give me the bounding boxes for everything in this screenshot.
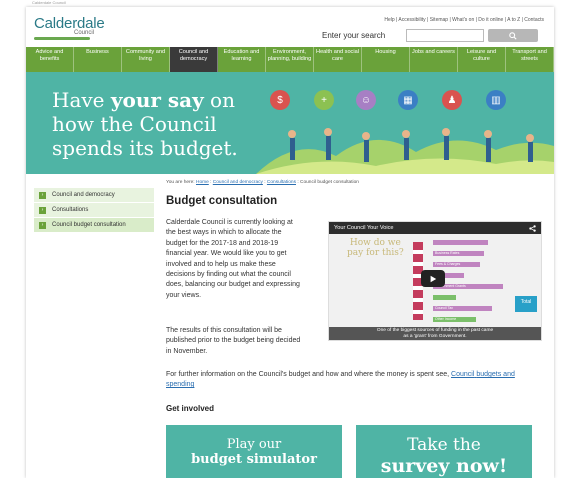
chevron-right-icon: › (39, 191, 46, 199)
cta-line-2: budget simulator (191, 452, 317, 467)
nav-item-council[interactable]: Council and democracy (170, 47, 218, 72)
page-title: Budget consultation (166, 195, 278, 207)
logo-swoosh (34, 37, 90, 40)
breadcrumb-current: Council budget consultation (300, 180, 359, 185)
industry-icon: ▦ (398, 90, 418, 110)
people-icon: ♟ (442, 90, 462, 110)
breadcrumb-consultations[interactable]: Consultations (267, 180, 296, 185)
left-nav-item-consultations[interactable]: › Consultations (34, 203, 154, 218)
hero-banner: Have your say on how the Council spends … (26, 72, 554, 174)
video-title-bar: Your Council Your Voice (329, 222, 541, 234)
bar-label: Council Tax (433, 306, 492, 311)
cta-line-1: Take the (407, 435, 481, 455)
hills-illustration (256, 128, 554, 174)
cta-line-1: Play our (226, 437, 282, 452)
share-icon[interactable] (529, 224, 536, 232)
search-button[interactable] (488, 29, 538, 42)
hero-line-1: Have your say on (52, 88, 235, 112)
nav-item-leisure[interactable]: Leisure and culture (458, 47, 506, 72)
main-nav: Advice and benefits Business Community a… (26, 47, 554, 72)
video-question: How do we pay for this? (347, 238, 404, 258)
play-icon (430, 275, 437, 282)
chevron-right-icon: › (39, 221, 46, 229)
breadcrumb-council[interactable]: Council and democracy (213, 180, 263, 185)
results-paragraph: The results of this consultation will be… (166, 327, 301, 355)
survey-button[interactable]: Take the survey now! (356, 425, 532, 478)
video-title: Your Council Your Voice (334, 225, 394, 231)
search-label: Enter your search (322, 31, 386, 40)
nav-item-advice[interactable]: Advice and benefits (26, 47, 74, 72)
breadcrumb-home[interactable]: Home (196, 180, 209, 185)
play-button[interactable] (421, 270, 445, 287)
council-logo[interactable]: Calderdale Council (34, 15, 105, 40)
nav-item-business[interactable]: Business (74, 47, 122, 72)
nav-item-community[interactable]: Community and living (122, 47, 170, 72)
nav-item-education[interactable]: Education and learning (218, 47, 266, 72)
intro-paragraph: Calderdale Council is currently looking … (166, 219, 300, 299)
left-nav-item-council[interactable]: › Council and democracy (34, 188, 154, 203)
utility-links[interactable]: Help | Accessibility | Sitemap | What's … (384, 17, 544, 23)
bar-label: Fees & Charges (433, 262, 480, 267)
left-nav: › Council and democracy › Consultations › C… (34, 188, 154, 233)
video-player[interactable]: Your Council Your Voice How do we pay for… (328, 221, 542, 341)
browser-tab-note: Calderdale Council (32, 0, 66, 5)
nav-item-health[interactable]: Health and social care (314, 47, 362, 72)
breadcrumb: You are here: Home : Council and democra… (166, 180, 359, 185)
hero-line-3: spends its budget. (52, 136, 238, 160)
bar-label: Other Income (433, 317, 476, 322)
nav-item-transport[interactable]: Transport and streets (506, 47, 554, 72)
budget-simulator-button[interactable]: Play our budget simulator (166, 425, 342, 478)
nav-item-jobs[interactable]: Jobs and careers (410, 47, 458, 72)
bar-label (433, 240, 488, 245)
page: Calderdale Council Help | Accessibility … (26, 7, 554, 478)
search-input[interactable] (406, 29, 484, 42)
hero-line-2: how the Council (52, 112, 217, 136)
bar-label (433, 295, 457, 300)
chevron-right-icon: › (39, 206, 46, 214)
left-nav-item-budget[interactable]: › Council budget consultation (34, 218, 154, 233)
care-icon: ☺ (356, 90, 376, 110)
cta-line-2: survey now! (380, 455, 508, 477)
total-badge: Total (515, 296, 537, 312)
nav-item-housing[interactable]: Housing (362, 47, 410, 72)
budget-icon: $ (270, 90, 290, 110)
health-icon: + (314, 90, 334, 110)
bar-label: Business Rates (433, 251, 484, 256)
building-icon: ▥ (486, 90, 506, 110)
nav-item-environment[interactable]: Environment, planning, building (266, 47, 314, 72)
further-info-paragraph: For further information on the Council's… (166, 371, 515, 389)
search-icon (509, 31, 517, 40)
video-caption: One of the biggest sources of funding in… (329, 327, 541, 340)
get-involved-heading: Get involved (166, 404, 215, 413)
